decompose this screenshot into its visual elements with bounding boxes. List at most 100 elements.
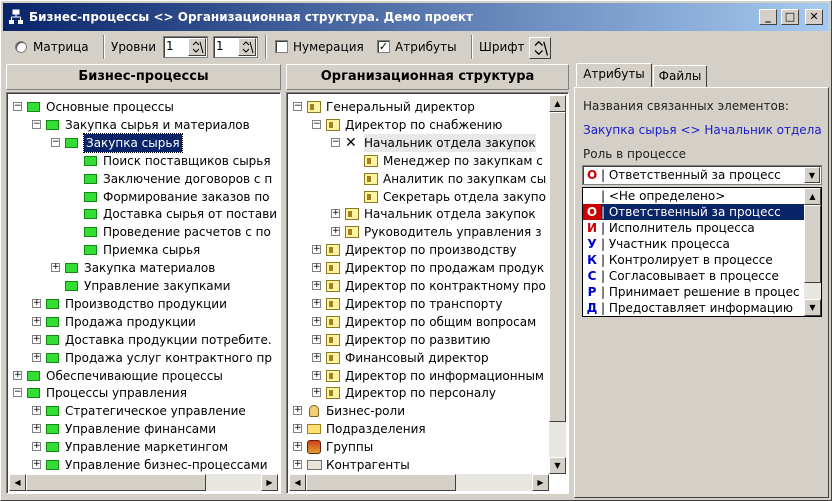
expand-icon[interactable]: +	[32, 442, 41, 452]
tree-row[interactable]: − Основные процессы	[7, 98, 262, 116]
title-bar[interactable]: Бизнес-процессы <> Организационная струк…	[3, 3, 829, 31]
expand-icon[interactable]: +	[312, 352, 321, 362]
org-tree-row[interactable]: − Директор по снабжению	[287, 116, 550, 134]
org-structure-tree[interactable]: − Генеральный директор − Директор по снабже…	[286, 92, 569, 494]
role-option[interactable]: С | Согласовывает в процессе	[583, 268, 804, 284]
tree-row[interactable]: + Доставка продукции потребите.	[7, 331, 272, 349]
tree-row[interactable]: Поиск поставщиков сырья	[7, 152, 271, 170]
tree-row[interactable]: + Производство продукции	[7, 295, 262, 313]
collapse-icon[interactable]: −	[13, 102, 22, 111]
tree-row[interactable]: + Закупка материалов	[7, 259, 262, 277]
numbering-checkbox[interactable]	[275, 40, 288, 53]
horizontal-scrollbar[interactable]: ◀ ▶	[9, 474, 278, 491]
tree-row[interactable]: + Обеспечивающие процессы	[7, 367, 262, 385]
org-tree-row[interactable]: + Директор по персоналу	[287, 384, 550, 402]
expand-icon[interactable]: +	[331, 209, 340, 219]
expand-icon[interactable]: +	[13, 370, 22, 380]
expand-icon[interactable]: +	[32, 334, 41, 344]
expand-icon[interactable]: +	[293, 460, 302, 469]
expand-icon[interactable]: +	[32, 460, 41, 469]
tree-row[interactable]: − Процессы управления	[7, 384, 262, 402]
org-tree-row[interactable]: − ✕ Начальник отдела закупок	[287, 133, 550, 152]
matrix-radio[interactable]	[15, 41, 27, 53]
spin-arrows-icon[interactable]	[188, 38, 206, 56]
tree-row[interactable]: Доставка сырья от постави	[7, 205, 277, 223]
tree-row[interactable]: Управление закупками	[7, 277, 262, 295]
scroll-left-icon[interactable]: ◀	[289, 474, 306, 491]
level2-spinner[interactable]	[213, 36, 258, 58]
org-tree-row[interactable]: + Директор по общим вопросам	[287, 313, 550, 331]
tree-row[interactable]: + Стратегическое управление	[7, 402, 262, 420]
expand-icon[interactable]: +	[32, 424, 41, 434]
org-tree-row[interactable]: + Бизнес-роли	[287, 402, 550, 420]
expand-icon[interactable]: +	[312, 245, 321, 255]
collapse-icon[interactable]: −	[293, 102, 302, 111]
role-option[interactable]: У | Участник процесса	[583, 236, 804, 252]
expand-icon[interactable]: +	[312, 370, 321, 380]
org-tree-row[interactable]: + Начальник отдела закупок	[287, 205, 550, 223]
expand-icon[interactable]: +	[312, 263, 321, 273]
expand-icon[interactable]: +	[32, 406, 41, 416]
role-select[interactable]: О | Ответственный за процесс ▼	[582, 165, 822, 185]
expand-icon[interactable]: +	[293, 406, 302, 416]
role-option[interactable]: О | Ответственный за процесс	[583, 204, 804, 220]
org-tree-row[interactable]: + Контрагенты	[287, 456, 550, 474]
expand-icon[interactable]: +	[32, 316, 41, 326]
org-tree-row[interactable]: + Директор по развитию	[287, 331, 550, 349]
org-tree-row[interactable]: + Директор по производству	[287, 241, 550, 259]
org-tree-row[interactable]: Аналитик по закупкам сы	[287, 170, 550, 188]
vertical-scrollbar[interactable]: ▲ ▼	[804, 188, 821, 316]
role-option[interactable]: К | Контролирует в процессе	[583, 252, 804, 268]
chevron-down-icon[interactable]: ▼	[804, 167, 820, 183]
tree-row[interactable]: + Управление бизнес-процессами	[7, 456, 268, 474]
level1-input[interactable]	[164, 37, 178, 55]
spin-arrows-icon[interactable]	[238, 38, 256, 56]
tree-row[interactable]: + Продажа услуг контрактного пр	[7, 349, 272, 367]
expand-icon[interactable]: +	[32, 298, 41, 308]
business-processes-tree[interactable]: − Основные процессы − Закупка сырья и матер…	[6, 92, 281, 494]
expand-icon[interactable]: +	[32, 352, 41, 362]
expand-icon[interactable]: +	[51, 263, 60, 273]
vertical-scrollbar[interactable]: ▲ ▼	[549, 95, 566, 474]
collapse-icon[interactable]: −	[51, 137, 60, 147]
org-tree-row[interactable]: Секретарь отдела закупо	[287, 188, 550, 206]
font-button[interactable]	[529, 37, 551, 59]
horizontal-scrollbar[interactable]: ◀ ▶	[289, 474, 549, 491]
org-structure-header[interactable]: Организационная структура	[286, 64, 569, 90]
tab-files[interactable]: Файлы	[653, 65, 707, 87]
scroll-thumb[interactable]	[804, 205, 821, 283]
collapse-icon[interactable]: −	[331, 137, 340, 147]
tree-row[interactable]: + Управление финансами	[7, 420, 262, 438]
scroll-right-icon[interactable]: ▶	[532, 474, 549, 491]
role-dropdown-list[interactable]: | <Не определено> О | Ответственный за про…	[582, 187, 822, 317]
scroll-up-icon[interactable]: ▲	[804, 188, 821, 205]
scroll-down-icon[interactable]: ▼	[804, 299, 821, 316]
org-tree-row[interactable]: + Группы	[287, 438, 550, 456]
scroll-down-icon[interactable]: ▼	[549, 457, 566, 474]
org-tree-row[interactable]: + Руководитель управления з	[287, 223, 550, 241]
close-button[interactable]: ✕	[805, 9, 823, 25]
tree-row[interactable]: + Управление маркетингом	[7, 438, 262, 456]
role-option[interactable]: Р | Принимает решение в процес	[583, 284, 804, 300]
maximize-button[interactable]: □	[781, 9, 799, 25]
tree-row[interactable]: Заключение договоров с п	[7, 170, 272, 188]
expand-icon[interactable]: +	[312, 298, 321, 308]
scroll-thumb[interactable]	[306, 474, 456, 491]
tree-row[interactable]: − Закупка сырья и материалов	[7, 116, 262, 134]
role-option[interactable]: Д | Предоставляет информацию	[583, 300, 804, 316]
tree-row[interactable]: + Продажа продукции	[7, 313, 262, 331]
org-tree-row[interactable]: + Директор по контрактному про	[287, 277, 550, 295]
collapse-icon[interactable]: −	[32, 119, 41, 129]
scroll-left-icon[interactable]: ◀	[9, 474, 26, 491]
expand-icon[interactable]: +	[312, 281, 321, 290]
tree-row[interactable]: Формирование заказов по	[7, 188, 270, 206]
org-tree-row[interactable]: + Подразделения	[287, 420, 550, 438]
expand-icon[interactable]: +	[312, 388, 321, 398]
expand-icon[interactable]: +	[331, 227, 340, 237]
minimize-button[interactable]: _	[759, 9, 777, 25]
expand-icon[interactable]: +	[312, 334, 321, 344]
level2-input[interactable]	[214, 37, 228, 55]
scroll-thumb[interactable]	[26, 474, 206, 491]
role-option[interactable]: | <Не определено>	[583, 188, 804, 204]
tab-attributes[interactable]: Атрибуты	[576, 63, 652, 87]
